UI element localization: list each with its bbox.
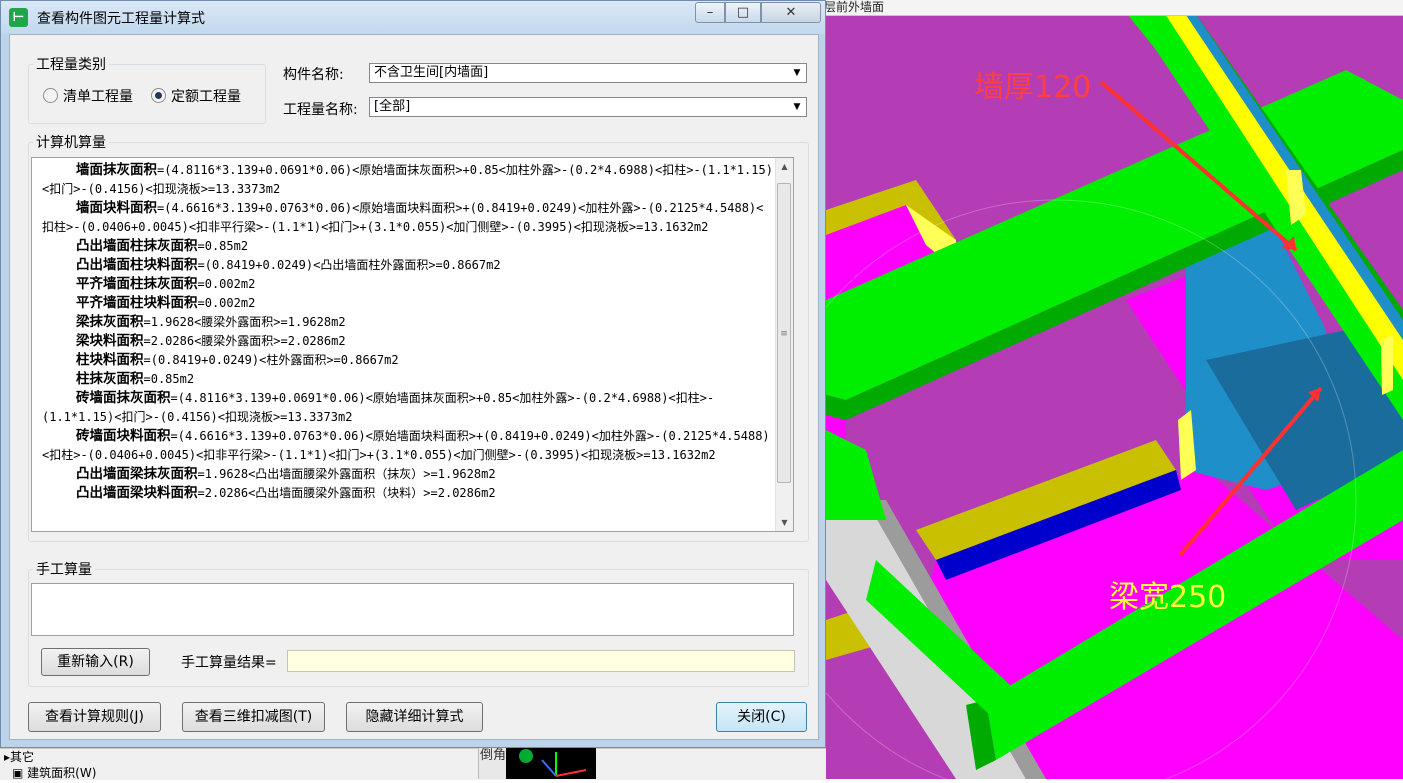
- scroll-up-icon[interactable]: ▲: [776, 158, 793, 175]
- calc-line: 梁抹灰面积=1.9628<腰梁外露面积>=1.9628m2: [42, 313, 774, 332]
- view-calc-rules-button[interactable]: 查看计算规则(J): [28, 702, 161, 732]
- dialog-title: 查看构件图元工程量计算式: [37, 11, 205, 27]
- computer-calc-legend: 计算机算量: [36, 135, 106, 151]
- 3d-viewport[interactable]: 层前外墙面 墙厚120 梁宽250: [826, 0, 1403, 779]
- calc-line-formula: =1.9628<凸出墙面腰梁外露面积（抹灰）>=1.9628m2: [197, 467, 496, 481]
- calc-line-formula: =1.9628<腰梁外露面积>=1.9628m2: [143, 315, 346, 329]
- manual-result-field[interactable]: [287, 650, 795, 672]
- calc-line-formula: =0.002m2: [197, 277, 256, 291]
- quantity-name-value: [全部]: [374, 99, 411, 114]
- vertical-scrollbar[interactable]: ▲ ≡ ▼: [775, 158, 793, 531]
- calc-line-name: 平齐墙面柱抹灰面积: [76, 276, 198, 292]
- scroll-down-icon[interactable]: ▼: [776, 514, 793, 531]
- component-name-label: 构件名称:: [283, 67, 344, 83]
- calc-line-name: 柱块料面积: [76, 352, 144, 368]
- axis-indicator: [506, 748, 596, 779]
- quantity-name-select[interactable]: [全部] ▼: [369, 97, 807, 117]
- background-app-strip: [0, 748, 826, 780]
- radio-quota-quantity[interactable]: 定额工程量: [151, 86, 241, 106]
- calc-line-name: 砖墙面抹灰面积: [76, 390, 171, 406]
- manual-calc-input[interactable]: [31, 583, 794, 636]
- calc-line-formula: =0.002m2: [197, 296, 256, 310]
- tree-item-building-area[interactable]: ▣ 建筑面积(W): [12, 764, 96, 781]
- calc-line: 平齐墙面柱块料面积=0.002m2: [42, 294, 774, 313]
- beam-width-annotation: 梁宽250: [1109, 580, 1227, 615]
- dropdown-arrow-icon[interactable]: ▼: [788, 64, 806, 82]
- tree-item-other[interactable]: ▸其它: [4, 748, 34, 765]
- calc-line: 墙面块料面积=(4.6616*3.139+0.0763*0.06)<原始墙面块料…: [42, 199, 774, 237]
- quantity-type-legend: 工程量类别: [36, 57, 106, 73]
- calc-line-formula: =2.0286<凸出墙面腰梁外露面积（块料）>=2.0286m2: [197, 486, 496, 500]
- calc-line: 砖墙面抹灰面积=(4.8116*3.139+0.0691*0.06)<原始墙面抹…: [42, 389, 774, 427]
- manual-calc-legend: 手工算量: [36, 562, 92, 578]
- calc-line: 梁块料面积=2.0286<腰梁外露面积>=2.0286m2: [42, 332, 774, 351]
- calc-line: 墙面抹灰面积=(4.8116*3.139+0.0691*0.06)<原始墙面抹灰…: [42, 161, 774, 199]
- calc-line: 凸出墙面梁块料面积=2.0286<凸出墙面腰梁外露面积（块料）>=2.0286m…: [42, 484, 774, 503]
- calc-line: 凸出墙面柱抹灰面积=0.85m2: [42, 237, 774, 256]
- calc-line-name: 柱抹灰面积: [76, 371, 144, 387]
- calc-line-name: 墙面抹灰面积: [76, 162, 157, 178]
- view-3d-deduction-button[interactable]: 查看三维扣减图(T): [182, 702, 325, 732]
- app-logo-icon: ⊢: [9, 8, 28, 27]
- calc-line: 砖墙面块料面积=(4.6616*3.139+0.0763*0.06)<原始墙面块…: [42, 427, 774, 465]
- maximize-button[interactable]: □: [725, 2, 761, 23]
- viewport-toolbar[interactable]: 层前外墙面: [826, 0, 1403, 16]
- quantity-name-label: 工程量名称:: [283, 102, 358, 118]
- calc-line-name: 平齐墙面柱块料面积: [76, 295, 198, 311]
- calc-line: 平齐墙面柱抹灰面积=0.002m2: [42, 275, 774, 294]
- close-dialog-button[interactable]: 关闭(C): [716, 702, 807, 732]
- calc-line-name: 凸出墙面梁抹灰面积: [76, 466, 198, 482]
- calc-formula-text: 墙面抹灰面积=(4.8116*3.139+0.0691*0.06)<原始墙面抹灰…: [42, 161, 774, 503]
- reenter-button[interactable]: 重新输入(R): [41, 648, 150, 676]
- axis-gizmo-icon: [519, 749, 587, 777]
- scroll-thumb[interactable]: ≡: [777, 183, 791, 483]
- radio-bill-quantity[interactable]: 清单工程量: [43, 86, 133, 106]
- component-name-select[interactable]: 不含卫生间[内墙面] ▼: [369, 63, 807, 83]
- viewport-toolbar-text[interactable]: 层前外墙面: [826, 0, 884, 15]
- calc-formula-textbox[interactable]: 墙面抹灰面积=(4.8116*3.139+0.0691*0.06)<原始墙面抹灰…: [31, 157, 794, 532]
- manual-result-label: 手工算量结果=: [181, 655, 277, 671]
- calc-line-formula: =0.85m2: [143, 372, 195, 386]
- side-label-angle[interactable]: 倒角: [478, 748, 507, 779]
- calc-line-formula: =2.0286<腰梁外露面积>=2.0286m2: [143, 334, 346, 348]
- calc-line-name: 凸出墙面柱块料面积: [76, 257, 198, 273]
- calc-line-name: 梁块料面积: [76, 333, 144, 349]
- calc-line-name: 凸出墙面柱抹灰面积: [76, 238, 198, 254]
- component-name-value: 不含卫生间[内墙面]: [374, 65, 489, 80]
- calc-line-name: 墙面块料面积: [76, 200, 157, 216]
- calc-line-name: 砖墙面块料面积: [76, 428, 171, 444]
- calc-line-formula: =(0.8419+0.0249)<凸出墙面柱外露面积>=0.8667m2: [197, 258, 501, 272]
- calc-line: 柱抹灰面积=0.85m2: [42, 370, 774, 389]
- 3d-model-scene: [826, 0, 1403, 779]
- hide-detail-formula-button[interactable]: 隐藏详细计算式: [346, 702, 483, 732]
- dropdown-arrow-icon[interactable]: ▼: [788, 98, 806, 116]
- radio-unchecked-icon[interactable]: [43, 88, 58, 103]
- calc-line-name: 梁抹灰面积: [76, 314, 144, 330]
- dialog-titlebar[interactable]: ⊢ 查看构件图元工程量计算式 – □ ✕: [1, 1, 825, 34]
- wall-thickness-annotation: 墙厚120: [974, 70, 1092, 105]
- calc-line: 凸出墙面梁抹灰面积=1.9628<凸出墙面腰梁外露面积（抹灰）>=1.9628m…: [42, 465, 774, 484]
- calc-line-formula: =(0.8419+0.0249)<柱外露面积>=0.8667m2: [143, 353, 399, 367]
- minimize-button[interactable]: –: [695, 2, 725, 23]
- calc-line-formula: =0.85m2: [197, 239, 249, 253]
- calc-line-name: 凸出墙面梁块料面积: [76, 485, 198, 501]
- calc-line: 柱块料面积=(0.8419+0.0249)<柱外露面积>=0.8667m2: [42, 351, 774, 370]
- calc-formula-dialog: ⊢ 查看构件图元工程量计算式 – □ ✕ 工程量类别 清单工程量 定额工程量 构…: [0, 0, 826, 748]
- radio-checked-icon[interactable]: [151, 88, 166, 103]
- calc-line: 凸出墙面柱块料面积=(0.8419+0.0249)<凸出墙面柱外露面积>=0.8…: [42, 256, 774, 275]
- close-window-button[interactable]: ✕: [761, 2, 821, 23]
